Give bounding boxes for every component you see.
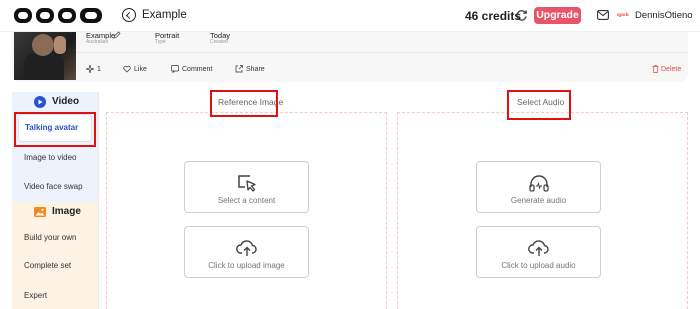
image-heading-label: Image bbox=[52, 206, 81, 217]
cloud-upload-icon bbox=[235, 240, 257, 256]
select-content-button[interactable]: Select a content bbox=[184, 161, 309, 213]
video-created-label: Created bbox=[210, 39, 228, 45]
image-section-heading: Image bbox=[12, 202, 98, 222]
trash-icon bbox=[652, 65, 659, 73]
sidebar-item-image-to-video[interactable]: Image to video bbox=[12, 144, 98, 172]
video-type-label: Type bbox=[155, 39, 166, 45]
top-bar: Example 46 credits Upgrade qpob DennisOt… bbox=[0, 0, 700, 32]
sidebar-item-video-face-swap[interactable]: Video face swap bbox=[12, 173, 98, 201]
share-icon bbox=[235, 65, 243, 73]
reference-image-label: Reference Image bbox=[218, 97, 284, 107]
share-label: Share bbox=[246, 66, 265, 73]
like-button[interactable]: Like bbox=[123, 65, 147, 73]
select-audio-label: Select Audio bbox=[517, 97, 565, 107]
video-name-label: Australian bbox=[86, 39, 109, 45]
share-button[interactable]: Share bbox=[235, 65, 265, 73]
comment-label: Comment bbox=[182, 66, 213, 73]
video-thumbnail[interactable] bbox=[14, 32, 76, 80]
comment-button[interactable]: Comment bbox=[171, 65, 213, 74]
upload-image-label: Click to upload image bbox=[208, 261, 285, 270]
edit-icon[interactable] bbox=[113, 31, 121, 39]
sidebar-item-expert[interactable]: Expert bbox=[12, 282, 98, 309]
headphones-icon bbox=[528, 175, 549, 192]
upgrade-button[interactable]: Upgrade bbox=[534, 7, 581, 24]
refresh-icon[interactable] bbox=[515, 9, 528, 22]
delete-label: Delete bbox=[661, 66, 682, 73]
sparkle-count-button[interactable]: 1 bbox=[85, 64, 101, 74]
video-heading-label: Video bbox=[52, 96, 80, 107]
comment-icon bbox=[171, 65, 179, 74]
cloud-upload-icon bbox=[527, 240, 549, 256]
back-icon[interactable] bbox=[122, 8, 136, 22]
video-section-heading: Video bbox=[12, 92, 98, 112]
mail-icon[interactable] bbox=[597, 10, 609, 20]
heart-icon bbox=[123, 65, 131, 73]
tool-sidebar: Video Talking avatar Image to video Vide… bbox=[12, 92, 98, 309]
generate-audio-label: Generate audio bbox=[510, 196, 567, 205]
page-title: Example bbox=[142, 9, 187, 21]
user-avatar-logo[interactable]: qpob bbox=[617, 12, 629, 17]
app-logo[interactable] bbox=[14, 7, 104, 24]
username[interactable]: DennisOtieno bbox=[635, 10, 693, 21]
generate-audio-button[interactable]: Generate audio bbox=[476, 161, 601, 213]
card-divider bbox=[76, 52, 688, 53]
sparkle-icon bbox=[85, 64, 95, 74]
sidebar-divider bbox=[98, 92, 99, 309]
sparkle-count: 1 bbox=[97, 66, 101, 73]
like-label: Like bbox=[134, 66, 147, 73]
select-content-label: Select a content bbox=[217, 196, 276, 205]
credits-count: 46 credits bbox=[465, 9, 522, 23]
sidebar-item-talking-avatar[interactable]: Talking avatar bbox=[18, 114, 92, 142]
sidebar-item-build-your-own[interactable]: Build your own bbox=[12, 224, 98, 252]
sidebar-item-complete-set[interactable]: Complete set bbox=[12, 252, 98, 280]
upload-audio-button[interactable]: Click to upload audio bbox=[476, 226, 601, 278]
upload-audio-label: Click to upload audio bbox=[501, 261, 576, 270]
delete-button[interactable]: Delete bbox=[652, 65, 681, 73]
image-icon bbox=[34, 207, 46, 217]
video-play-icon bbox=[34, 96, 46, 108]
upload-image-button[interactable]: Click to upload image bbox=[184, 226, 309, 278]
cursor-select-icon bbox=[237, 175, 256, 192]
